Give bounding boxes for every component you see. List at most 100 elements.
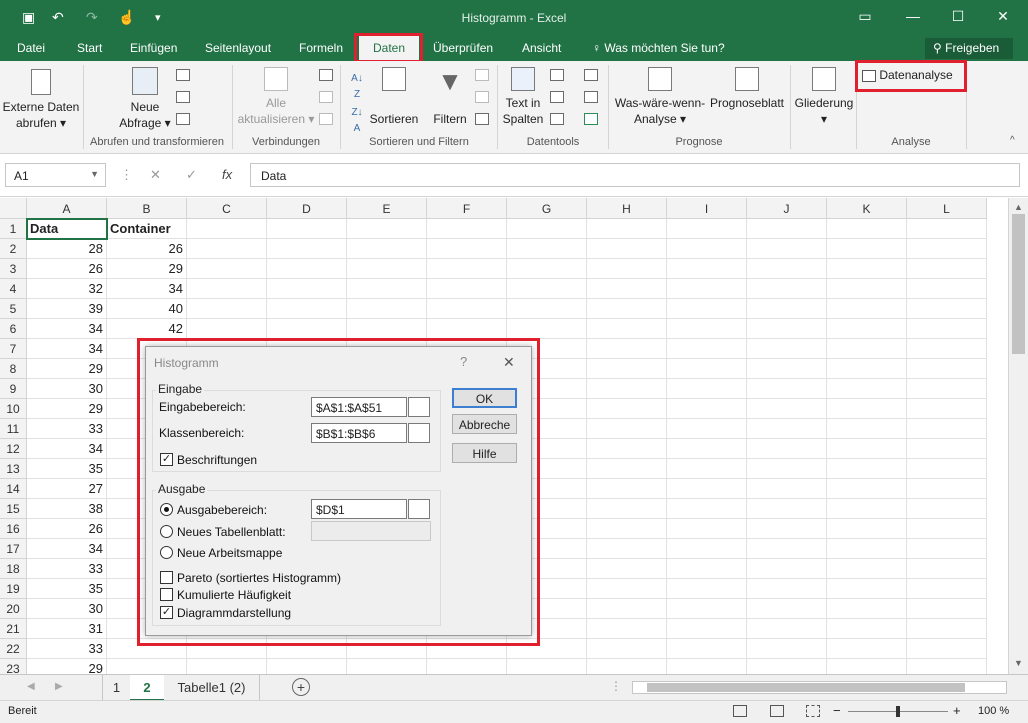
cell-j21[interactable] [747,619,827,639]
cell-i23[interactable] [667,659,747,674]
row-header[interactable]: 18 [0,559,27,579]
reapply-icon[interactable] [475,91,489,103]
row-header[interactable]: 19 [0,579,27,599]
cell-d3[interactable] [267,259,347,279]
from-table-icon[interactable] [176,91,190,103]
column-header-c[interactable]: C [187,198,267,219]
alle-aktualisieren-button[interactable]: Alle aktualisieren ▾ [236,67,316,127]
cell-i14[interactable] [667,479,747,499]
cell-c2[interactable] [187,239,267,259]
column-header-i[interactable]: I [667,198,747,219]
filtern-button[interactable]: ▼ Filtern [428,67,472,127]
row-header[interactable]: 6 [0,319,27,339]
help-icon[interactable]: ? [460,354,467,369]
cell-j17[interactable] [747,539,827,559]
tab-ansicht[interactable]: Ansicht [522,41,561,55]
cell-h15[interactable] [587,499,667,519]
cell-l20[interactable] [907,599,987,619]
cell-f2[interactable] [427,239,507,259]
ribbon-display-options-icon[interactable]: ▭ [850,8,880,25]
abbrechen-button[interactable]: Abbreche [452,414,517,434]
clear-filter-icon[interactable] [475,69,489,81]
cell-k21[interactable] [827,619,907,639]
cell-k6[interactable] [827,319,907,339]
cell-h21[interactable] [587,619,667,639]
cell-g3[interactable] [507,259,587,279]
cell-l22[interactable] [907,639,987,659]
cell-h6[interactable] [587,319,667,339]
row-header[interactable]: 7 [0,339,27,359]
cell-h10[interactable] [587,399,667,419]
column-header-j[interactable]: J [747,198,827,219]
cell-l13[interactable] [907,459,987,479]
kumulierte-haeufigkeit-checkbox[interactable] [160,588,173,601]
show-queries-icon[interactable] [176,69,190,81]
cell-i19[interactable] [667,579,747,599]
cell-j22[interactable] [747,639,827,659]
sort-az-icon[interactable]: A↓ Z [348,71,366,103]
range-picker-icon[interactable] [408,499,430,519]
eingabebereich-input[interactable]: $A$1:$A$51 [311,397,407,417]
cell-l8[interactable] [907,359,987,379]
cell-k2[interactable] [827,239,907,259]
prev-sheet-icon[interactable]: ◀ [27,681,35,692]
cell-a7[interactable]: 34 [27,339,107,359]
cell-a2[interactable]: 28 [27,239,107,259]
row-header[interactable]: 8 [0,359,27,379]
cell-k18[interactable] [827,559,907,579]
cell-k4[interactable] [827,279,907,299]
column-header-d[interactable]: D [267,198,347,219]
cell-h18[interactable] [587,559,667,579]
advanced-filter-icon[interactable] [475,113,489,125]
horizontal-scroll-thumb[interactable] [647,683,965,692]
cell-k5[interactable] [827,299,907,319]
cell-h12[interactable] [587,439,667,459]
cell-l14[interactable] [907,479,987,499]
cell-b23[interactable] [107,659,187,674]
cell-j2[interactable] [747,239,827,259]
cell-d1[interactable] [267,219,347,239]
cell-g6[interactable] [507,319,587,339]
cell-i5[interactable] [667,299,747,319]
cell-g4[interactable] [507,279,587,299]
cell-i6[interactable] [667,319,747,339]
remove-duplicates-icon[interactable] [550,91,564,103]
text-in-spalten-button[interactable]: Text in Spalten [502,67,544,127]
cell-j19[interactable] [747,579,827,599]
cell-f5[interactable] [427,299,507,319]
cell-j11[interactable] [747,419,827,439]
cell-i9[interactable] [667,379,747,399]
column-header-b[interactable]: B [107,198,187,219]
cell-g2[interactable] [507,239,587,259]
cell-f1[interactable] [427,219,507,239]
cell-l4[interactable] [907,279,987,299]
formula-input[interactable]: Data [250,163,1020,187]
cell-i1[interactable] [667,219,747,239]
cell-l5[interactable] [907,299,987,319]
cell-h20[interactable] [587,599,667,619]
properties-icon[interactable] [319,91,333,103]
cell-c6[interactable] [187,319,267,339]
cell-b1[interactable]: Container [107,219,187,239]
cell-i15[interactable] [667,499,747,519]
collapse-ribbon-icon[interactable]: ^ [1010,135,1015,146]
sheet-tab-tabelle1-2[interactable]: Tabelle1 (2) [164,675,260,701]
row-header[interactable]: 4 [0,279,27,299]
ausgabebereich-input[interactable]: $D$1 [311,499,407,519]
cell-i7[interactable] [667,339,747,359]
row-header[interactable]: 17 [0,539,27,559]
cell-j20[interactable] [747,599,827,619]
sortieren-button[interactable]: Sortieren [368,67,420,127]
cell-h23[interactable] [587,659,667,674]
cell-i17[interactable] [667,539,747,559]
cell-a10[interactable]: 29 [27,399,107,419]
tab-formeln[interactable]: Formeln [299,41,343,55]
cell-l21[interactable] [907,619,987,639]
page-layout-view-icon[interactable] [770,705,784,717]
cell-h17[interactable] [587,539,667,559]
row-header[interactable]: 11 [0,419,27,439]
cancel-icon[interactable]: ✕ [150,167,161,183]
cell-h9[interactable] [587,379,667,399]
consolidate-icon[interactable] [584,69,598,81]
add-sheet-button[interactable]: + [292,678,310,696]
